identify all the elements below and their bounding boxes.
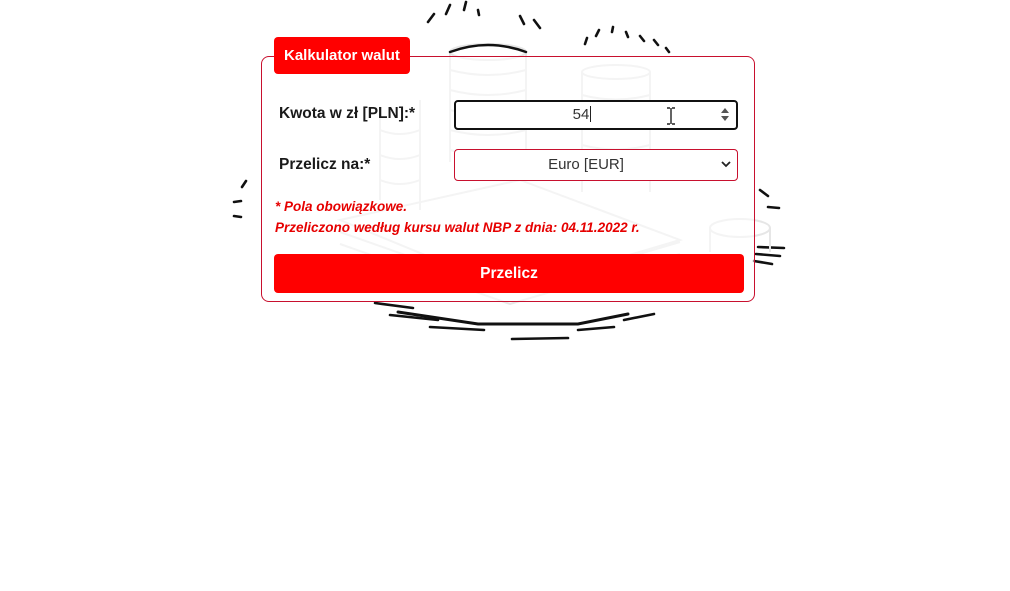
currency-calculator-page: Kalkulator walut Kwota w zł [PLN]:* 54 P… [0, 0, 1010, 591]
number-spinner-icon[interactable] [720, 105, 730, 125]
amount-input[interactable]: 54 [454, 100, 738, 130]
amount-label: Kwota w zł [PLN]:* [279, 105, 416, 122]
currency-selected-value: Euro [EUR] [548, 156, 624, 173]
currency-select[interactable]: Euro [EUR] [454, 149, 738, 181]
chevron-down-icon [721, 161, 731, 168]
exchange-rate-note: Przeliczono według kursu walut NBP z dni… [275, 220, 640, 235]
amount-value: 54 [572, 106, 590, 123]
required-fields-note: * Pola obowiązkowe. [275, 199, 408, 214]
currency-label: Przelicz na:* [279, 156, 371, 173]
text-cursor-icon [667, 107, 675, 125]
calculator-title: Kalkulator walut [274, 37, 410, 74]
spin-up-icon[interactable] [721, 108, 729, 113]
text-caret [590, 106, 592, 122]
spin-down-icon[interactable] [721, 116, 729, 121]
convert-button[interactable]: Przelicz [274, 254, 744, 293]
